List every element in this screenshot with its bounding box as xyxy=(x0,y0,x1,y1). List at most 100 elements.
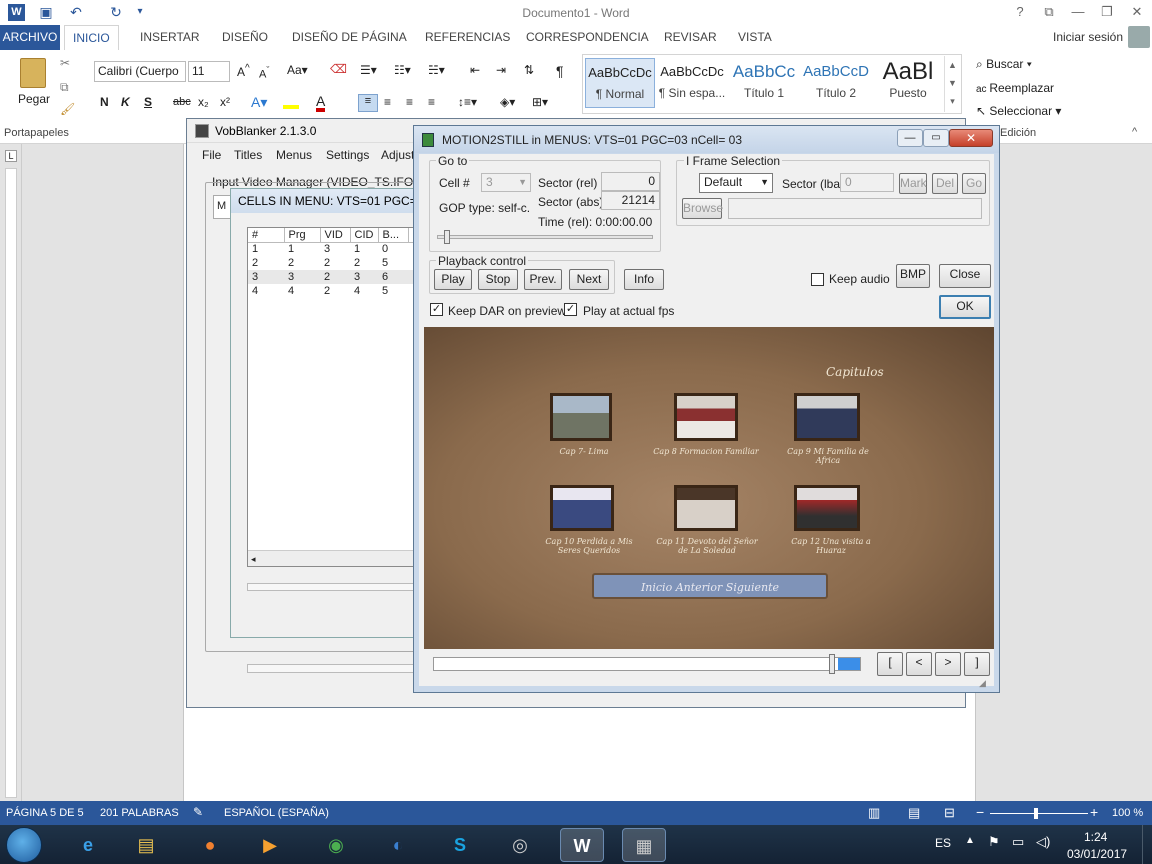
tab-vista[interactable]: VISTA xyxy=(730,25,780,50)
table-row[interactable]: 44245 xyxy=(248,284,418,298)
strikethrough-button[interactable]: abc xyxy=(173,96,191,108)
close-icon[interactable]: ✕ xyxy=(1124,3,1150,21)
step-back-button[interactable]: < xyxy=(906,652,932,676)
cells-hscrollbar[interactable]: ◂ xyxy=(248,550,418,566)
collapse-ribbon-icon[interactable]: ^ xyxy=(1132,126,1137,138)
vobblanker-taskbar-icon[interactable]: ▦ xyxy=(622,828,666,862)
info-button[interactable]: Info xyxy=(624,269,664,290)
change-case-icon[interactable]: Aa▾ xyxy=(287,63,308,77)
help-icon[interactable]: ? xyxy=(1007,3,1033,21)
table-row[interactable]: 33236 xyxy=(248,270,418,284)
select-button[interactable]: ↖ Seleccionar ▾ xyxy=(976,104,1061,118)
format-painter-icon[interactable]: 🖌 xyxy=(60,102,75,116)
ruler-tab-icon[interactable]: L xyxy=(5,150,17,162)
italic-button[interactable]: K xyxy=(121,95,130,109)
prev-button[interactable]: Prev. xyxy=(524,269,562,290)
iframe-select[interactable]: Default ▼ xyxy=(699,173,773,193)
tab-insertar[interactable]: INSERTAR xyxy=(132,25,208,50)
explorer-icon[interactable]: ▤ xyxy=(124,828,168,862)
go-button[interactable]: Go xyxy=(962,173,986,194)
page-count[interactable]: PÁGINA 5 DE 5 xyxy=(6,807,84,819)
close-button[interactable]: Close xyxy=(939,264,991,288)
zoom-out-icon[interactable]: − xyxy=(976,804,984,820)
increase-indent-icon[interactable]: ⇥ xyxy=(496,63,506,77)
keep-audio-checkbox[interactable] xyxy=(811,273,824,286)
print-layout-icon[interactable]: ▤ xyxy=(908,805,920,821)
style-heading2[interactable]: AaBbCcD Título 2 xyxy=(801,58,871,108)
goto-slider[interactable] xyxy=(437,230,653,244)
seek-bar[interactable] xyxy=(433,657,861,671)
menu-menus[interactable]: Menus xyxy=(276,148,312,162)
read-mode-icon[interactable]: ▥ xyxy=(868,805,880,821)
goto-slider-thumb[interactable] xyxy=(444,230,450,244)
zoom-slider[interactable] xyxy=(990,808,1088,819)
browse-button[interactable]: Browse xyxy=(682,198,723,219)
justify-icon[interactable]: ≡ xyxy=(428,95,435,109)
cell-select[interactable]: 3 ▼ xyxy=(481,173,531,192)
goto-end-button[interactable]: ] xyxy=(964,652,990,676)
tab-referencias[interactable]: REFERENCIAS xyxy=(417,25,518,50)
avatar[interactable] xyxy=(1128,26,1150,48)
action-center-icon[interactable]: ⚑ xyxy=(988,834,1000,850)
dvd-tool-icon[interactable]: ◎ xyxy=(498,828,542,862)
shading-icon[interactable]: ◈▾ xyxy=(500,95,515,109)
menu-adjust[interactable]: Adjust xyxy=(381,148,414,162)
menu-settings[interactable]: Settings xyxy=(326,148,369,162)
grow-font-icon[interactable]: A^ xyxy=(237,63,250,79)
font-color-icon[interactable]: A xyxy=(316,94,326,112)
tab-archivo[interactable]: ARCHIVO xyxy=(0,25,60,50)
del-button[interactable]: Del xyxy=(932,173,958,194)
paste-icon[interactable] xyxy=(20,58,46,88)
clock-date[interactable]: 03/01/2017 xyxy=(1067,847,1127,861)
start-button[interactable] xyxy=(6,827,42,863)
menu-preview[interactable]: Capitulos Cap 7- Lima Cap 8 Formacion Fa… xyxy=(424,327,994,649)
sort-icon[interactable]: ⇅ xyxy=(524,63,534,77)
language-status[interactable]: ESPAÑOL (ESPAÑA) xyxy=(224,807,329,819)
cells-slider[interactable] xyxy=(247,583,419,591)
zoom-level[interactable]: 100 % xyxy=(1112,807,1143,819)
bmp-button[interactable]: BMP xyxy=(896,264,930,288)
style-no-spacing[interactable]: AaBbCcDc ¶ Sin espa... xyxy=(657,58,727,108)
menu-titles[interactable]: Titles xyxy=(234,148,262,162)
dialog-minimize-icon[interactable]: — xyxy=(897,129,923,147)
align-center-icon[interactable]: ≡ xyxy=(384,95,391,109)
skype-icon[interactable]: S xyxy=(438,828,482,862)
col-number[interactable]: # xyxy=(248,228,285,243)
table-row[interactable]: 11310 xyxy=(248,242,418,256)
restore-icon[interactable]: ❐ xyxy=(1094,3,1120,21)
cut-icon[interactable]: ✂ xyxy=(60,56,70,70)
bold-button[interactable]: N xyxy=(100,95,109,109)
thunderbird-icon[interactable]: ◐ xyxy=(376,828,420,862)
tray-expand-icon[interactable]: ▲ xyxy=(965,835,975,846)
copy-icon[interactable]: ⧉ xyxy=(60,80,69,95)
col-prg[interactable]: Prg xyxy=(284,228,321,243)
align-left-icon[interactable]: ≡ xyxy=(358,94,378,112)
zoom-in-icon[interactable]: + xyxy=(1090,804,1098,820)
ribbon-display-icon[interactable]: ⧉ xyxy=(1036,3,1062,21)
menu-file[interactable]: File xyxy=(202,148,221,162)
tab-correspondencia[interactable]: CORRESPONDENCIA xyxy=(518,25,657,50)
col-cid[interactable]: CID xyxy=(350,228,379,243)
borders-icon[interactable]: ⊞▾ xyxy=(532,95,548,109)
show-desktop-button[interactable] xyxy=(1142,825,1152,864)
bullets-icon[interactable]: ☰▾ xyxy=(360,63,377,77)
dialog-close-icon[interactable]: ✕ xyxy=(949,129,993,147)
clear-format-icon[interactable]: ⌫ xyxy=(330,62,347,76)
tab-revisar[interactable]: REVISAR xyxy=(656,25,725,50)
font-name-select[interactable]: Calibri (Cuerpo xyxy=(94,61,186,82)
tab-diseno-pagina[interactable]: DISEÑO DE PÁGINA xyxy=(284,25,415,50)
mark-button[interactable]: Mark xyxy=(899,173,927,194)
goto-start-button[interactable]: [ xyxy=(877,652,903,676)
web-layout-icon[interactable]: ⊟ xyxy=(944,805,955,821)
subscript-button[interactable]: x₂ xyxy=(198,95,209,109)
language-indicator[interactable]: ES xyxy=(935,836,951,850)
word-count[interactable]: 201 PALABRAS xyxy=(100,807,179,819)
style-normal[interactable]: AaBbCcDc ¶ Normal xyxy=(585,58,655,108)
minimize-icon[interactable]: — xyxy=(1065,3,1091,21)
replace-button[interactable]: ac Reemplazar xyxy=(976,81,1054,95)
resize-grip-icon[interactable]: ◢ xyxy=(979,678,986,689)
step-forward-button[interactable]: > xyxy=(935,652,961,676)
numbering-icon[interactable]: ☷▾ xyxy=(394,63,411,77)
style-title[interactable]: AaBl Puesto xyxy=(873,58,943,108)
clock-time[interactable]: 1:24 xyxy=(1084,830,1107,844)
